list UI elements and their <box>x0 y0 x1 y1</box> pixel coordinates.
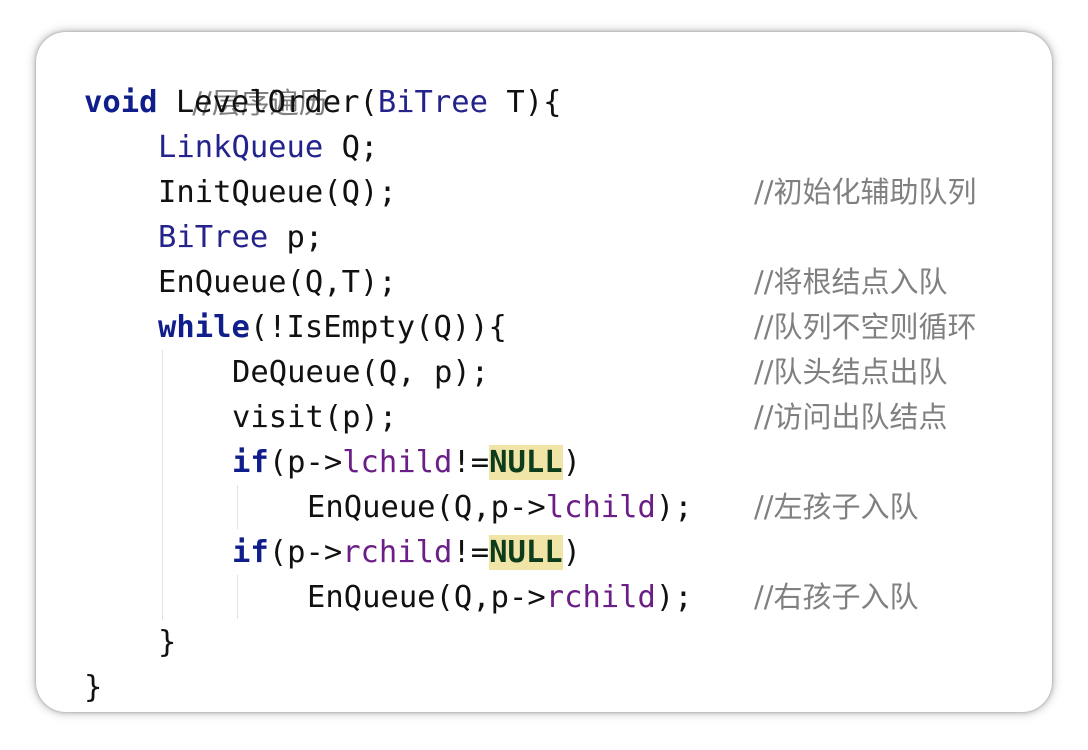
closing-brace: } <box>158 625 177 660</box>
param-type: BiTree <box>377 85 488 120</box>
code-line-queue-decl: LinkQueue Q; <box>158 125 378 170</box>
code-line-if-right: if(p->rchild!=NULL) <box>232 530 581 575</box>
type-linkqueue: LinkQueue <box>158 130 324 165</box>
code-text: (!IsEmpty(Q)){ <box>249 310 507 345</box>
indent-guide-if-right <box>237 575 238 619</box>
comment-left: //左孩子入队 <box>754 490 919 524</box>
code-line-visit: visit(p); <box>232 395 397 440</box>
keyword-while: while <box>158 310 250 345</box>
code-text: (p-> <box>268 535 343 570</box>
code-text: DeQueue(Q, p); <box>232 355 490 390</box>
code-text: visit(p); <box>232 400 398 435</box>
code-line-enqueue-left: EnQueue(Q,p->lchild); <box>307 485 693 530</box>
code-text: EnQueue(Q,p-> <box>307 490 546 525</box>
code-line-enqueue-right: EnQueue(Q,p->rchild); <box>307 575 693 620</box>
code-text: Q; <box>323 130 379 165</box>
code-line-while: while(!IsEmpty(Q)){ <box>158 305 507 350</box>
null-highlight: NULL <box>489 535 563 570</box>
type-bitree: BiTree <box>158 220 269 255</box>
code-line-initqueue: InitQueue(Q); <box>158 170 397 215</box>
param-rest: T){ <box>488 85 562 120</box>
comment-visit: //访问出队结点 <box>754 400 948 434</box>
comment-loop: //队列不空则循环 <box>754 310 977 344</box>
code-text: (p-> <box>268 445 343 480</box>
code-line-dequeue: DeQueue(Q, p); <box>232 350 489 395</box>
code-line-close-function: } <box>84 665 102 710</box>
code-line-enqueue-root: EnQueue(Q,T); <box>158 260 397 305</box>
code-text: p; <box>268 220 324 255</box>
header-comment-line: //层序遍历 <box>82 36 328 120</box>
code-text: ); <box>655 580 693 615</box>
function-name: LevelOrder( <box>157 85 378 120</box>
code-text: != <box>452 445 490 480</box>
code-block: //层序遍历 void LevelOrder(BiTree T){ LinkQu… <box>36 32 1052 712</box>
comment-dequeue: //队头结点出队 <box>754 355 948 389</box>
code-text: ); <box>655 490 693 525</box>
field-rchild: rchild <box>342 535 453 570</box>
code-text: InitQueue(Q); <box>158 175 397 210</box>
indent-guide-while <box>162 350 163 620</box>
code-text: EnQueue(Q,p-> <box>307 580 546 615</box>
code-line-if-left: if(p->lchild!=NULL) <box>232 440 581 485</box>
closing-brace: } <box>84 670 103 705</box>
code-text: ) <box>562 535 581 570</box>
code-text: != <box>452 535 490 570</box>
code-text: ) <box>562 445 581 480</box>
indent-guide-if-left <box>237 485 238 529</box>
code-text: EnQueue(Q,T); <box>158 265 397 300</box>
field-lchild: lchild <box>342 445 453 480</box>
code-snippet-card: //层序遍历 void LevelOrder(BiTree T){ LinkQu… <box>36 32 1052 712</box>
null-highlight: NULL <box>489 445 563 480</box>
keyword-void: void <box>84 85 158 120</box>
field-rchild: rchild <box>545 580 656 615</box>
comment-enqueue-root: //将根结点入队 <box>754 265 948 299</box>
field-lchild: lchild <box>545 490 656 525</box>
code-line-close-while: } <box>158 620 176 665</box>
keyword-if: if <box>232 535 269 570</box>
comment-init: //初始化辅助队列 <box>754 175 977 209</box>
function-signature-line: void LevelOrder(BiTree T){ <box>84 80 561 125</box>
keyword-if: if <box>232 445 269 480</box>
comment-right: //右孩子入队 <box>754 580 919 614</box>
code-line-pointer-decl: BiTree p; <box>158 215 323 260</box>
